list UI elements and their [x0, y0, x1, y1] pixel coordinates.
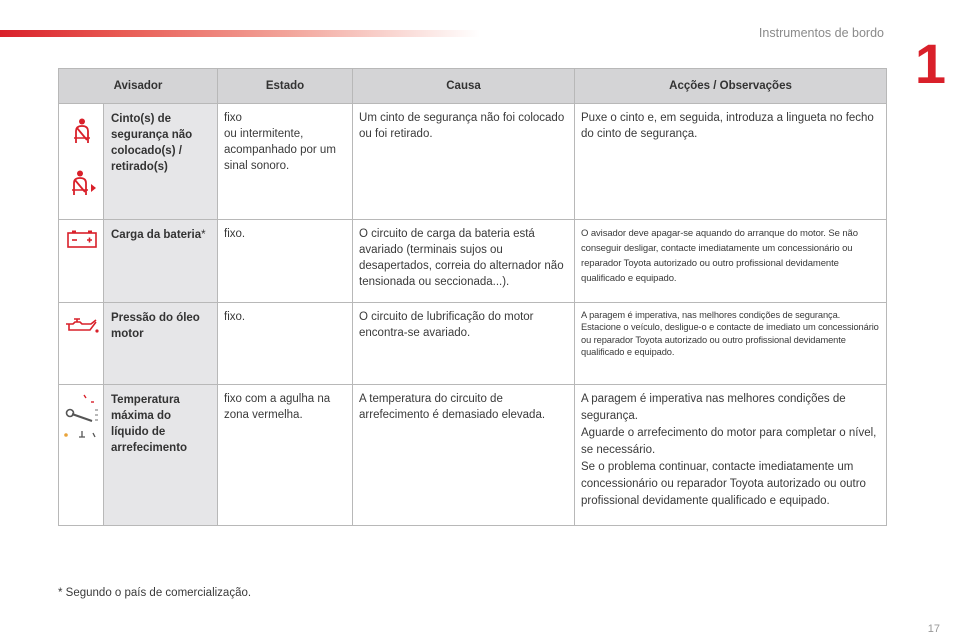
- table-header-row: Avisador Estado Causa Acções / Observaçõ…: [57, 68, 888, 104]
- table-row: Pressão do óleo motor fixo. O circuito d…: [58, 302, 888, 385]
- battery-charge-icon: [67, 230, 97, 248]
- column-header-causa: Causa: [352, 68, 576, 104]
- warning-estado: fixo com a agulha na zona vermelha.: [217, 384, 354, 526]
- warning-estado: fixo.: [217, 219, 354, 303]
- seatbelt-warning-icon: [74, 118, 90, 143]
- icon-cell: [58, 219, 104, 303]
- warning-lights-table: Avisador Estado Causa Acções / Observaçõ…: [57, 68, 888, 526]
- warning-causa: Um cinto de segurança não foi colocado o…: [352, 103, 576, 220]
- header-accent-bar: [0, 30, 480, 37]
- chapter-number: 1: [914, 32, 946, 95]
- warning-estado: fixo ou intermitente, acompanhado por um…: [217, 103, 354, 220]
- section-title: Instrumentos de bordo: [758, 26, 884, 40]
- footnote: * Segundo o país de comercialização.: [58, 587, 252, 599]
- seatbelt-warning-arrow-icon: [72, 170, 96, 195]
- warning-accoes: O avisador deve apagar-se aquando do arr…: [574, 219, 888, 303]
- warning-causa: A temperatura do circuito de arrefecimen…: [352, 384, 576, 526]
- icon-cell: [58, 384, 104, 526]
- footnote-marker: *: [201, 229, 206, 241]
- page-number: 17: [927, 623, 940, 635]
- warning-causa: O circuito de carga da bateria está avar…: [352, 219, 576, 303]
- coolant-temperature-icon: [64, 394, 98, 438]
- warning-accoes: Puxe o cinto e, em seguida, introduza a …: [574, 103, 888, 220]
- column-header-estado: Estado: [217, 68, 354, 104]
- warning-name: Carga da bateria*: [102, 219, 219, 303]
- column-header-accoes: Acções / Observações: [574, 68, 888, 104]
- column-header-avisador: Avisador: [57, 68, 219, 104]
- warning-accoes: A paragem é imperativa, nas melhores con…: [574, 302, 888, 385]
- oil-pressure-icon: [66, 318, 99, 333]
- table-row: Carga da bateria* fixo. O circuito de ca…: [58, 219, 888, 303]
- warning-name: Pressão do óleo motor: [102, 302, 219, 385]
- icon-cell: [58, 302, 104, 385]
- table-row: Cinto(s) de segurança não colocado(s) / …: [58, 103, 888, 220]
- warning-causa: O circuito de lubrificação do motor enco…: [352, 302, 576, 385]
- warning-name-text: Carga da bateria: [111, 229, 202, 241]
- warning-accoes: A paragem é imperativa nas melhores cond…: [574, 384, 888, 526]
- warning-name: Temperatura máxima do líquido de arrefec…: [102, 384, 219, 526]
- table-row: Temperatura máxima do líquido de arrefec…: [58, 384, 888, 526]
- icon-cell: [58, 103, 104, 220]
- warning-estado: fixo.: [217, 302, 354, 385]
- warning-name: Cinto(s) de segurança não colocado(s) / …: [102, 103, 219, 220]
